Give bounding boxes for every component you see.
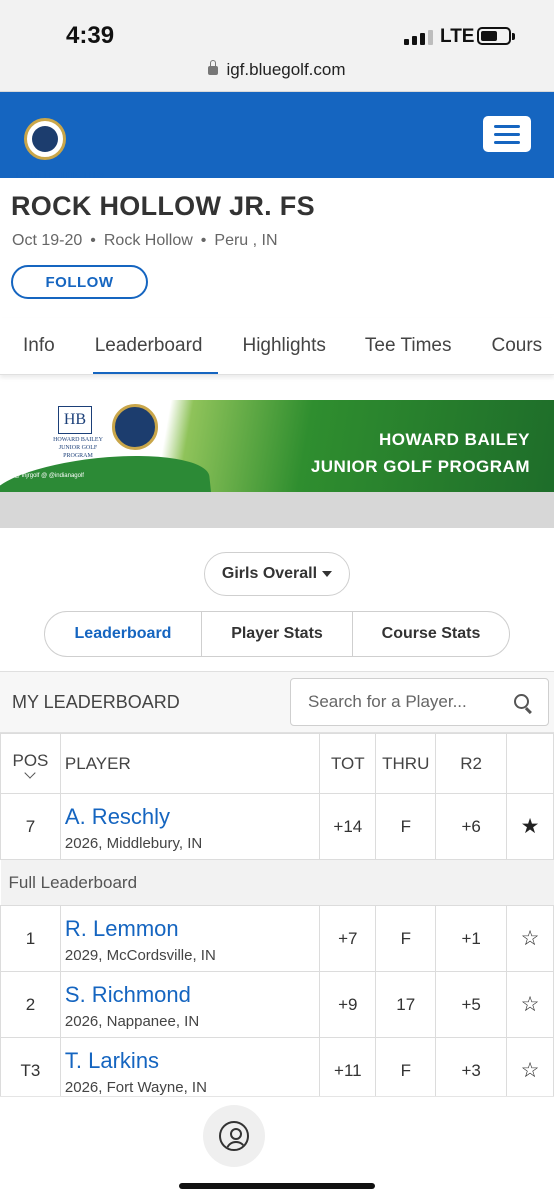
col-player[interactable]: PLAYER <box>59 733 321 794</box>
view-segmented-control: Leaderboard Player Stats Course Stats <box>44 611 510 657</box>
table-row[interactable]: T3 T. Larkins 2026, Fort Wayne, IN +11 F … <box>0 1037 554 1104</box>
thru: 17 <box>375 971 437 1038</box>
site-header <box>0 92 554 178</box>
follow-button[interactable]: FOLLOW <box>11 265 148 299</box>
pos: 7 <box>0 793 61 860</box>
col-pos[interactable]: POS <box>0 733 61 794</box>
sponsor-banner[interactable]: HB HOWARD BAILEY JUNIOR GOLF PROGRAM @ i… <box>0 400 554 492</box>
user-icon <box>219 1121 249 1151</box>
favorite-cell: ☆ <box>506 1037 554 1104</box>
tab-tee-times[interactable]: Tee Times <box>365 318 452 374</box>
search-input[interactable] <box>291 679 501 725</box>
division-dropdown[interactable]: Girls Overall <box>204 552 350 596</box>
tournament-course: Rock Hollow <box>103 232 193 249</box>
banner-title: HOWARD BAILEY JUNIOR GOLF PROGRAM <box>311 426 530 480</box>
divider <box>0 492 554 528</box>
clock: 4:39 <box>66 22 115 49</box>
lock-icon <box>208 60 219 75</box>
player-search <box>290 678 549 726</box>
tab-course[interactable]: Cours <box>492 318 543 374</box>
page-title: ROCK HOLLOW JR. FS <box>11 191 315 221</box>
hamburger-icon[interactable] <box>483 116 531 152</box>
table-row[interactable]: 2 S. Richmond 2026, Nappanee, IN +9 17 +5… <box>0 971 554 1038</box>
search-icon[interactable] <box>514 694 529 709</box>
player-info: 2026, Nappanee, IN <box>64 1012 200 1030</box>
thru: F <box>375 1037 437 1104</box>
tab-info[interactable]: Info <box>23 318 55 374</box>
player-cell: R. Lemmon 2029, McCordsville, IN <box>59 905 321 972</box>
thru: F <box>375 793 437 860</box>
star-outline-icon[interactable]: ☆ <box>521 927 540 950</box>
star-outline-icon[interactable]: ☆ <box>521 1059 540 1082</box>
status-bar: 4:39 LTE igf.bluegolf.com <box>0 0 554 92</box>
igf-seal-icon <box>112 404 158 450</box>
caret-down-icon <box>322 571 333 577</box>
r2: +3 <box>435 1037 508 1104</box>
home-indicator[interactable] <box>179 1183 375 1189</box>
tot: +14 <box>319 793 377 860</box>
segment-course-stats[interactable]: Course Stats <box>352 612 509 656</box>
tot: +11 <box>319 1037 377 1104</box>
player-cell: T. Larkins 2026, Fort Wayne, IN <box>59 1037 321 1104</box>
division-label: Girls Overall <box>221 565 318 582</box>
star-outline-icon[interactable]: ☆ <box>521 993 540 1016</box>
col-tot[interactable]: TOT <box>319 733 377 794</box>
player-info: 2029, McCordsville, IN <box>64 946 216 964</box>
star-filled-icon[interactable]: ★ <box>521 815 540 838</box>
pos: 2 <box>0 971 61 1038</box>
table-row[interactable]: 1 R. Lemmon 2029, McCordsville, IN +7 F +… <box>0 905 554 972</box>
tot: +9 <box>319 971 377 1038</box>
tab-leaderboard[interactable]: Leaderboard <box>92 318 219 374</box>
col-pos-label: POS <box>12 750 49 770</box>
player-name[interactable]: R. Lemmon <box>65 916 319 942</box>
tournament-dates: Oct 19-20 <box>12 232 83 249</box>
thru: F <box>375 905 437 972</box>
player-info: 2026, Middlebury, IN <box>64 834 203 852</box>
segment-leaderboard[interactable]: Leaderboard <box>45 612 201 656</box>
segment-player-stats[interactable]: Player Stats <box>201 612 352 656</box>
hb-logo-icon: HB <box>58 406 92 434</box>
tab-bar: Info Leaderboard Highlights Tee Times Co… <box>0 318 554 375</box>
account-button[interactable] <box>203 1105 265 1167</box>
address-bar[interactable]: igf.bluegolf.com <box>0 60 554 80</box>
player-cell: S. Richmond 2026, Nappanee, IN <box>59 971 321 1038</box>
r2: +6 <box>435 793 508 860</box>
my-leaderboard-label: MY LEADERBOARD <box>12 692 180 712</box>
bottom-bar <box>0 1096 554 1200</box>
player-info: 2026, Fort Wayne, IN <box>64 1078 207 1096</box>
hb-caption: HOWARD BAILEY JUNIOR GOLF PROGRAM <box>53 437 103 459</box>
signal-icon <box>404 30 433 45</box>
tournament-meta: Oct 19-20 • Rock Hollow • Peru , IN <box>12 232 278 249</box>
player-name[interactable]: S. Richmond <box>65 982 319 1008</box>
banner-line-2: JUNIOR GOLF PROGRAM <box>310 457 530 476</box>
favorite-cell: ☆ <box>506 971 554 1038</box>
pos: T3 <box>0 1037 61 1104</box>
pos: 1 <box>0 905 61 972</box>
tot: +7 <box>319 905 377 972</box>
player-name[interactable]: A. Reschly <box>65 804 319 830</box>
my-leaderboard-header: MY LEADERBOARD <box>0 671 554 733</box>
tab-highlights[interactable]: Highlights <box>242 318 325 374</box>
igf-logo-icon[interactable] <box>24 118 66 160</box>
player-name[interactable]: T. Larkins <box>65 1048 319 1074</box>
col-r2[interactable]: R2 <box>435 733 508 794</box>
col-thru[interactable]: THRU <box>375 733 437 794</box>
battery-icon <box>477 27 515 45</box>
favorite-cell: ☆ <box>506 905 554 972</box>
social-handles: @ injrgolf @ @indianagolf <box>14 473 84 479</box>
r2: +1 <box>435 905 508 972</box>
section-header: Full Leaderboard <box>0 859 554 906</box>
col-favorite <box>506 733 554 794</box>
url-text: igf.bluegolf.com <box>226 60 346 79</box>
player-cell: A. Reschly 2026, Middlebury, IN <box>59 793 321 860</box>
network-type: LTE <box>440 26 475 47</box>
favorite-cell: ★ <box>506 793 554 860</box>
tournament-location: Peru , IN <box>214 232 278 249</box>
r2: +5 <box>435 971 508 1038</box>
table-row[interactable]: 7 A. Reschly 2026, Middlebury, IN +14 F +… <box>0 793 554 860</box>
breadcrumb[interactable]: Tournaments <box>12 172 105 182</box>
leaderboard-table: POS PLAYER TOT THRU R2 7 A. Reschly 2026,… <box>0 733 554 1104</box>
banner-line-1: HOWARD BAILEY <box>379 430 530 449</box>
full-leaderboard-label: Full Leaderboard <box>0 859 554 906</box>
